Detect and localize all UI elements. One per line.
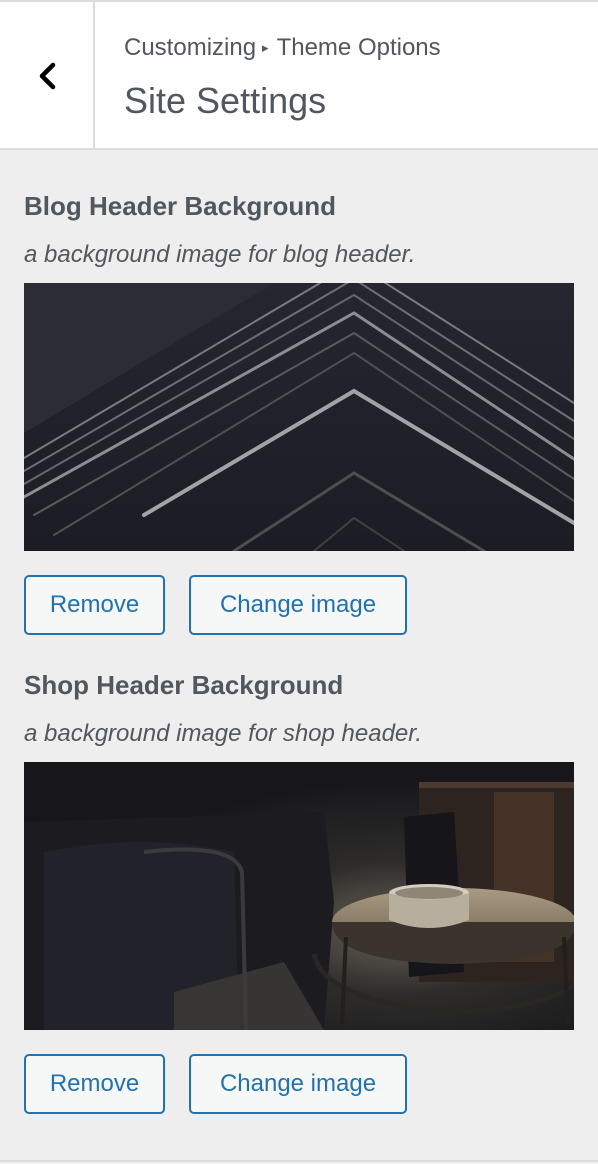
shop-header-image [24,762,574,1030]
image-actions: Remove Change image [24,575,574,635]
shop-header-image-preview[interactable] [24,762,574,1030]
breadcrumb-separator-icon: ▸ [262,40,269,55]
footer-divider [0,1160,598,1162]
chevron-left-icon [39,62,55,90]
blog-header-background-control: Blog Header Background a background imag… [24,191,574,635]
change-image-button[interactable]: Change image [189,575,407,635]
breadcrumb-section: Theme Options [276,34,441,61]
blog-header-image-preview[interactable] [24,283,574,551]
shop-header-background-control: Shop Header Background a background imag… [24,670,574,1114]
control-title: Blog Header Background [24,191,337,221]
change-image-button[interactable]: Change image [189,1054,407,1114]
remove-button[interactable]: Remove [24,575,165,635]
remove-button[interactable]: Remove [24,1054,165,1114]
image-actions: Remove Change image [24,1054,574,1114]
breadcrumb-root: Customizing [124,34,257,61]
blog-header-image [24,283,574,551]
page-title: Site Settings [124,80,327,121]
back-button[interactable] [0,2,95,150]
control-description: a background image for shop header. [24,720,423,747]
breadcrumb: Customizing ▸ Theme Options [124,33,441,66]
control-title: Shop Header Background [24,670,344,700]
customizer-header: Customizing ▸ Theme Options Site Settings [0,0,598,150]
control-description: a background image for blog header. [24,241,416,268]
